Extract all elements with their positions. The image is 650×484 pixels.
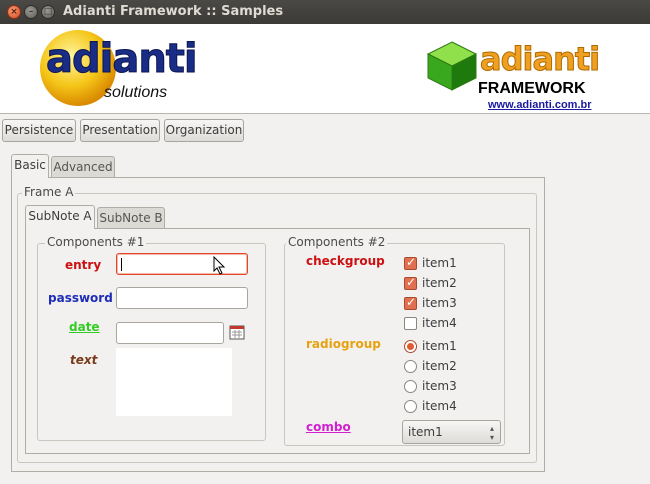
organization-button[interactable]: Organization [164,119,244,142]
presentation-button[interactable]: Presentation [80,119,160,142]
text-area[interactable] [116,348,232,416]
radio-item2[interactable] [404,360,417,373]
checkgroup-label: checkgroup [306,254,385,268]
date-field[interactable] [116,322,224,344]
radio-item3[interactable] [404,380,417,393]
combo-value: item1 [408,425,443,439]
maximize-icon[interactable]: □ [41,5,55,19]
green-cube-icon [426,41,478,91]
checkbox-item1[interactable]: ✓ [404,255,417,270]
password-field[interactable] [116,287,248,309]
left-logo-tagline: solutions [104,84,168,101]
right-logo-url[interactable]: www.adianti.com.br [488,99,592,111]
checkbox-item2[interactable]: ✓ [404,275,417,290]
entry-label: entry [65,258,102,272]
radio-item1[interactable] [404,340,417,353]
minimize-icon[interactable]: – [24,5,38,19]
radio-item1-label: item1 [422,339,457,353]
components-1-label: Components #1 [45,235,147,249]
radio-item4-label: item4 [422,399,457,413]
calendar-icon[interactable] [229,324,245,340]
text-caret [121,258,122,271]
tab-basic[interactable]: Basic [11,154,49,178]
radio-item2-label: item2 [422,359,457,373]
checkbox-item1-label: item1 [422,256,457,270]
text-label: text [70,353,98,367]
left-logo-brand: adianti [46,36,199,83]
checkbox-item3-label: item3 [422,296,457,310]
tab-subnote-b[interactable]: SubNote B [97,207,165,229]
close-icon[interactable]: × [7,5,21,19]
entry-field[interactable] [116,253,248,275]
checkbox-item3[interactable]: ✓ [404,295,417,310]
password-label: password [48,291,113,305]
header-banner: adianti solutions adianti FRAMEWORK www.… [0,24,650,114]
adianti-framework-logo: adianti FRAMEWORK www.adianti.com.br [426,34,626,114]
radiogroup-label: radiogroup [306,337,381,351]
right-logo-product: FRAMEWORK [478,80,586,97]
tab-advanced[interactable]: Advanced [51,156,115,178]
checkbox-item4[interactable] [404,317,417,330]
window-titlebar: × – □ Adianti Framework :: Samples [0,0,650,24]
combo-label: combo [306,420,351,434]
checkbox-item2-label: item2 [422,276,457,290]
window-title: Adianti Framework :: Samples [63,4,284,19]
right-logo-brand: adianti [479,40,600,79]
components-2-label: Components #2 [286,235,388,249]
radio-item4[interactable] [404,400,417,413]
tab-subnote-a[interactable]: SubNote A [25,205,95,229]
checkbox-item4-label: item4 [422,316,457,330]
cursor-icon [213,256,226,275]
date-label: date [69,320,100,334]
adianti-solutions-logo: adianti solutions [36,28,199,108]
persistence-button[interactable]: Persistence [2,119,76,142]
frame-a-label: Frame A [22,185,76,199]
spinner-arrows-icon: ▴ ▾ [489,424,494,442]
radio-item3-label: item3 [422,379,457,393]
combo-select[interactable]: item1 ▴ ▾ [402,420,501,444]
